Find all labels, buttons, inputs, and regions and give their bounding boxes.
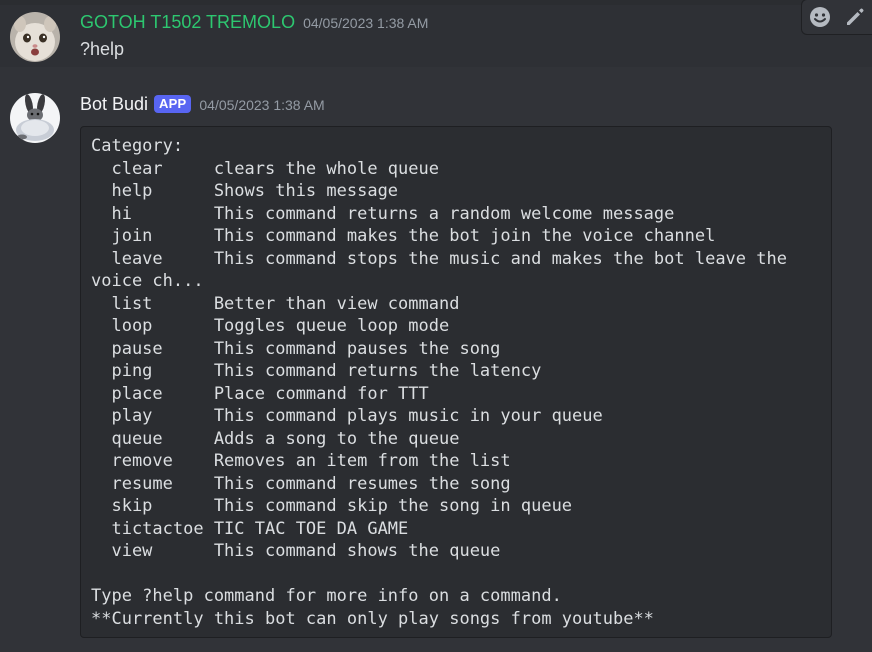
help-code-text: Category: clear clears the whole queue h…: [81, 127, 831, 630]
code-line: hi This command returns a random welcome…: [91, 203, 675, 224]
message-user-help[interactable]: GOTOH T1502 TREMOLO 04/05/2023 1:38 AM ?…: [0, 0, 872, 67]
code-line: place Place command for TTT: [91, 383, 429, 404]
message-content: ?help: [80, 39, 125, 59]
message-hover-toolbar: [801, 0, 872, 35]
code-line: remove Removes an item from the list: [91, 451, 511, 471]
code-line: ping This command returns the latency: [91, 361, 542, 381]
edit-icon[interactable]: [843, 5, 867, 29]
username[interactable]: GOTOH T1502 TREMOLO: [80, 12, 295, 33]
app-badge: APP: [154, 95, 192, 113]
bot-message-header: Bot Budi APP 04/05/2023 1:38 AM: [80, 94, 325, 115]
code-line: Type ?help command for more info on a co…: [91, 586, 562, 606]
add-reaction-icon[interactable]: [808, 5, 832, 29]
user-avatar[interactable]: [10, 12, 60, 62]
code-line: tictactoe TIC TAC TOE DA GAME: [91, 518, 409, 539]
bunny-avatar-image: [10, 93, 60, 143]
help-code-block: Category: clear clears the whole queue h…: [80, 126, 832, 638]
code-line: help Shows this message: [91, 181, 399, 201]
code-line: list Better than view command: [91, 293, 460, 314]
code-line: resume This command resumes the song: [91, 473, 511, 494]
bot-avatar[interactable]: [10, 93, 60, 143]
code-line: Category:: [91, 136, 184, 156]
code-line: join This command makes the bot join the…: [91, 226, 716, 246]
code-line: leave This command stops the music and m…: [91, 248, 787, 269]
message-timestamp[interactable]: 04/05/2023 1:38 AM: [303, 15, 428, 31]
code-line: view This command shows the queue: [91, 541, 501, 561]
code-line: pause This command pauses the song: [91, 338, 501, 359]
code-line: skip This command skip the song in queue: [91, 496, 573, 516]
code-line: **Currently this bot can only play songs…: [91, 608, 654, 629]
code-line: play This command plays music in your qu…: [91, 406, 603, 426]
code-line: loop Toggles queue loop mode: [91, 316, 450, 336]
code-line: queue Adds a song to the queue: [91, 428, 460, 449]
bot-username[interactable]: Bot Budi: [80, 94, 148, 115]
cat-avatar-image: [10, 12, 60, 62]
chat-window: GOTOH T1502 TREMOLO 04/05/2023 1:38 AM ?…: [0, 0, 872, 652]
code-line: voice ch...: [91, 271, 204, 291]
message-timestamp[interactable]: 04/05/2023 1:38 AM: [199, 97, 324, 113]
user-message-header: GOTOH T1502 TREMOLO 04/05/2023 1:38 AM: [80, 12, 428, 33]
code-line: clear clears the whole queue: [91, 158, 439, 179]
